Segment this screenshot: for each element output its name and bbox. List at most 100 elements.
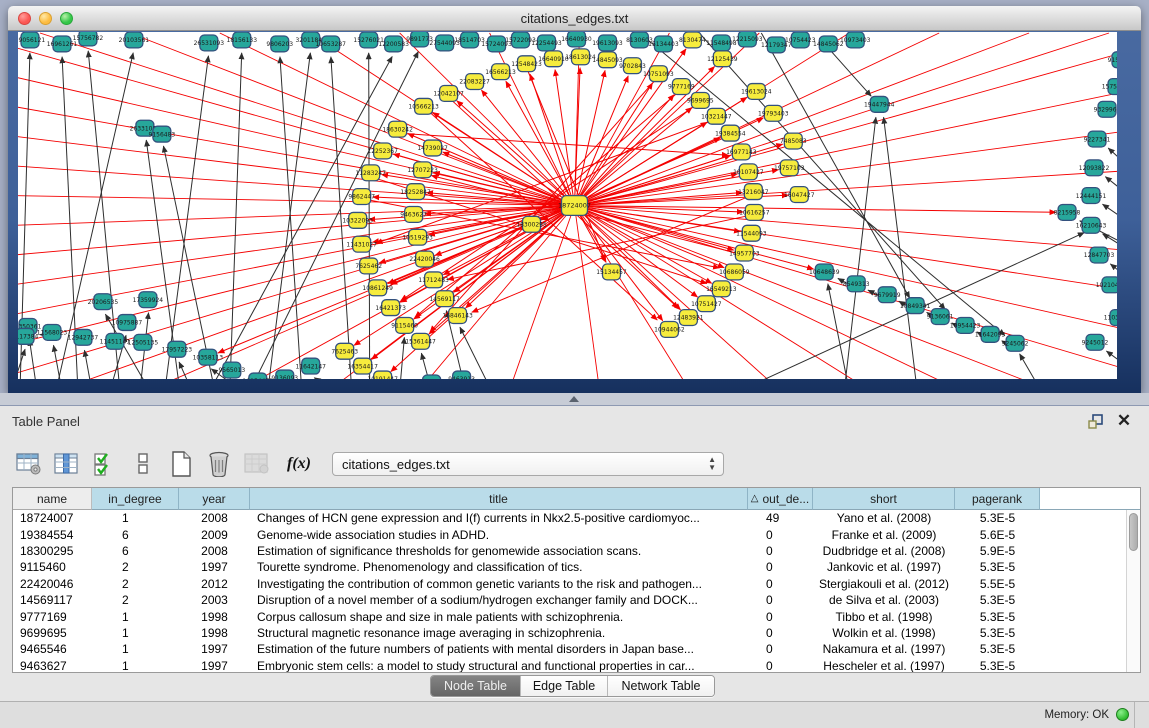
window-titlebar[interactable]: citations_edges.txt — [8, 6, 1141, 31]
table-cell-pagerank: 5.5E-5 — [955, 577, 1040, 591]
column-header-pagerank[interactable]: pagerank — [955, 488, 1040, 510]
graph-node-label: 16640930 — [561, 36, 592, 43]
table-cell-out_de: 0 — [748, 544, 813, 558]
graph-node-label: 15756782 — [73, 35, 104, 42]
graph-node-label: 14569117 — [429, 296, 460, 303]
graph-node-label: 12215093 — [732, 36, 763, 43]
table-cell-out_de: 0 — [748, 593, 813, 607]
graph-node-label: 17957223 — [162, 346, 193, 353]
edge-red — [18, 206, 574, 345]
graph-node-label: 7625463 — [331, 348, 358, 355]
table-row[interactable]: 1830029562008Estimation of significance … — [13, 543, 1126, 559]
table-cell-name: 9465546 — [13, 642, 92, 656]
network-graph[interactable]: 1905612116961261157567822010356126531093… — [18, 32, 1117, 379]
graph-node-label: 12200583 — [378, 41, 409, 48]
table-row[interactable]: 1456911722003Disruption of a novel membe… — [13, 592, 1126, 608]
graph-node-label: 12847703 — [1084, 252, 1115, 259]
table-cell-title: Tourette syndrome. Phenomenology and cla… — [250, 560, 748, 574]
graph-node-label: 18300295 — [516, 222, 547, 229]
select-all-columns-icon[interactable] — [88, 448, 122, 480]
table-cell-year: 1997 — [179, 659, 250, 672]
table-cell-in_degree: 1 — [92, 659, 179, 672]
graph-node-label: 11642093 — [975, 332, 1006, 339]
graph-node-label: 11451141 — [100, 339, 131, 346]
graph-node-label: 11431027 — [346, 241, 377, 248]
edge-black — [369, 53, 370, 379]
edge-red — [472, 195, 754, 313]
network-canvas[interactable]: 1905612116961261157567822010356126531093… — [18, 32, 1117, 379]
table-row[interactable]: 977716911998Corpus callosum shape and si… — [13, 608, 1126, 624]
graph-node-label: 10648639 — [809, 269, 840, 276]
graph-node-label: 19447944 — [864, 102, 895, 109]
table-cell-short: Stergiakouli et al. (2012) — [813, 577, 955, 591]
graph-node-label: 14957703 — [729, 250, 760, 257]
table-cell-in_degree: 2 — [92, 593, 179, 607]
show-columns-icon[interactable] — [50, 448, 84, 480]
tab-node-table[interactable]: Node Table — [431, 676, 521, 696]
graph-node-label: 10107427 — [733, 169, 764, 176]
column-header-out_de[interactable]: △out_de... — [748, 488, 813, 510]
graph-node-label: 10358113 — [193, 354, 224, 361]
float-panel-icon[interactable] — [1087, 413, 1105, 431]
graph-node-label: 8215958 — [1054, 210, 1081, 217]
table-toolbar: f(x) citations_edges.txt ▲▼ — [12, 442, 1137, 486]
table-selector-dropdown[interactable]: citations_edges.txt ▲▼ — [332, 452, 724, 476]
table-cell-pagerank: 5.3E-5 — [955, 659, 1040, 672]
table-cell-out_de: 0 — [748, 610, 813, 624]
tab-edge-table[interactable]: Edge Table — [521, 676, 608, 696]
table-row[interactable]: 1872400712008Changes of HCN gene express… — [13, 510, 1126, 526]
table-row[interactable]: 946554611997Estimation of the future num… — [13, 641, 1126, 657]
column-header-name[interactable]: name — [13, 488, 92, 510]
graph-node-label: 12125439 — [707, 56, 738, 63]
table-cell-name: 18724007 — [13, 511, 92, 525]
attribute-table: namein_degreeyeartitle△out_de...shortpag… — [12, 487, 1141, 673]
table-row[interactable]: 969969511998Structural magnetic resonanc… — [13, 625, 1126, 641]
graph-node-label: 12707223 — [407, 167, 438, 174]
graph-node-label: 16549213 — [706, 286, 737, 293]
table-cell-short: Dudbridge et al. (2008) — [813, 544, 955, 558]
column-header-year[interactable]: year — [179, 488, 250, 510]
graph-node-label: 16566213 — [485, 69, 516, 76]
column-header-short[interactable]: short — [813, 488, 955, 510]
status-divider — [1134, 702, 1135, 728]
edge-black — [400, 337, 405, 379]
edge-red — [18, 206, 574, 375]
table-cell-year: 1998 — [179, 626, 250, 640]
delete-table-icon[interactable] — [240, 448, 274, 480]
panel-splitter[interactable] — [0, 393, 1149, 405]
close-panel-icon[interactable]: ✕ — [1115, 412, 1133, 430]
vertical-scrollbar[interactable] — [1126, 510, 1140, 672]
graph-node-label: 12942737 — [68, 335, 99, 342]
splitter-grip-icon[interactable] — [569, 396, 579, 402]
table-row[interactable]: 1938455462009Genome-wide association stu… — [13, 526, 1126, 542]
graph-node-label: 9136093 — [271, 375, 298, 379]
table-cell-name: 9463627 — [13, 659, 92, 672]
table-cell-name: 22420046 — [13, 577, 92, 591]
graph-node-label: 10751427 — [691, 301, 722, 308]
graph-node-label: 10519293 — [402, 234, 433, 241]
memory-ok-indicator[interactable] — [1116, 708, 1129, 721]
table-cell-short: de Silva et al. (2003) — [813, 593, 955, 607]
table-row[interactable]: 911546021997Tourette syndrome. Phenomeno… — [13, 559, 1126, 575]
table-panel: Table Panel ✕ — [0, 405, 1149, 727]
graph-node-label: 12505135 — [128, 340, 159, 347]
graph-node-label: 26531093 — [194, 40, 225, 47]
deselect-all-columns-icon[interactable] — [126, 448, 160, 480]
table-mode-icon[interactable] — [12, 448, 46, 480]
new-column-icon[interactable] — [164, 448, 198, 480]
column-header-title[interactable]: title — [250, 488, 748, 510]
graph-node-label: 16354417 — [347, 363, 378, 370]
function-builder-icon[interactable]: f(x) — [282, 448, 316, 480]
table-cell-pagerank: 5.3E-5 — [955, 511, 1040, 525]
delete-column-icon[interactable] — [202, 448, 236, 480]
table-cell-title: Estimation of the future numbers of pati… — [250, 642, 748, 656]
scrollbar-thumb[interactable] — [1129, 513, 1138, 551]
table-row[interactable]: 2242004622012Investigating the contribut… — [13, 576, 1126, 592]
table-cell-pagerank: 5.3E-5 — [955, 626, 1040, 640]
column-header-in_degree[interactable]: in_degree — [92, 488, 179, 510]
graph-node[interactable] — [423, 375, 441, 379]
table-row[interactable]: 946362711997Embryonic stem cells: a mode… — [13, 658, 1126, 672]
table-cell-year: 2009 — [179, 528, 250, 542]
tab-network-table[interactable]: Network Table — [608, 676, 714, 696]
graph-node-label: 7625462 — [355, 263, 382, 270]
